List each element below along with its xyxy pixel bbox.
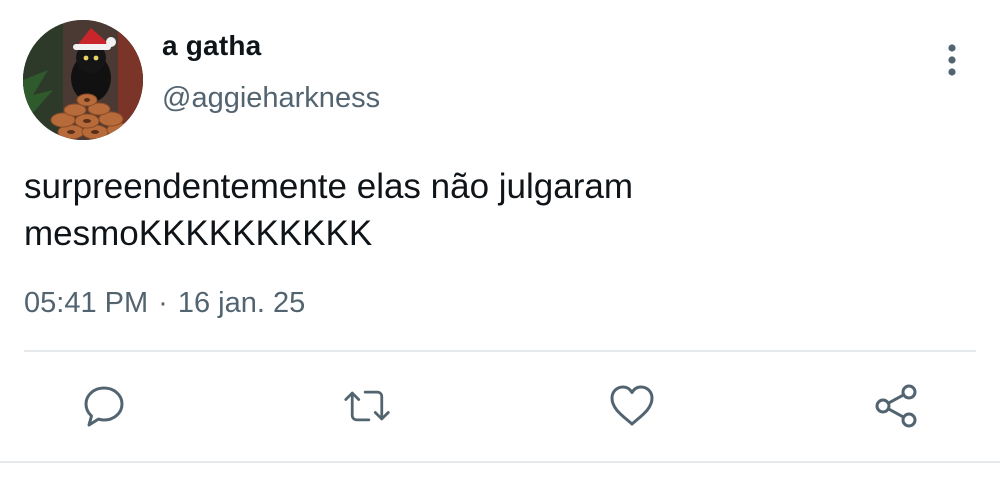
reply-button[interactable]: [80, 382, 128, 430]
like-button[interactable]: [608, 382, 656, 430]
tweet-date: 16 jan. 25: [177, 287, 306, 319]
tweet-card: a gatha @aggieharkness surpreendentement…: [0, 0, 1000, 477]
tweet-text: surpreendentemente elas não julgaram mes…: [24, 167, 633, 253]
share-button[interactable]: [872, 382, 920, 430]
heart-icon: [610, 385, 654, 426]
divider: [24, 350, 976, 352]
reply-icon: [84, 386, 124, 427]
divider: [0, 461, 1000, 463]
avatar-image: [23, 20, 143, 140]
tweet-time: 05:41 PM: [24, 287, 149, 319]
share-icon: [875, 384, 917, 428]
display-name[interactable]: a gatha: [162, 30, 261, 62]
avatar[interactable]: [23, 20, 143, 140]
retweet-icon: [344, 390, 390, 422]
user-handle[interactable]: @aggieharkness: [162, 82, 380, 115]
more-options-button[interactable]: [930, 38, 974, 82]
retweet-button[interactable]: [343, 382, 391, 430]
more-vertical-icon: [948, 44, 956, 76]
tweet-meta: 05:41 PM · 16 jan. 25: [24, 287, 305, 320]
meta-separator: ·: [158, 287, 168, 319]
